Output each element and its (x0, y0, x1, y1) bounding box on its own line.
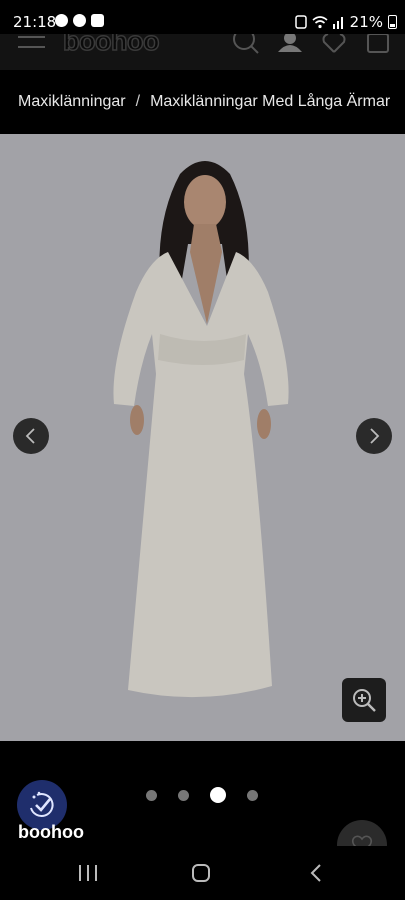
pagination-dot[interactable] (146, 789, 157, 801)
chevron-right-icon (370, 428, 380, 444)
product-image-gallery[interactable] (0, 134, 405, 741)
back-button[interactable] (306, 863, 326, 883)
wifi-icon (312, 16, 328, 29)
zoom-button[interactable] (342, 678, 386, 722)
notification-icons (55, 14, 104, 27)
pagination-dots (146, 787, 279, 803)
bag-icon[interactable] (365, 34, 391, 58)
pagination-dot[interactable] (178, 789, 189, 801)
logo[interactable]: boohoo (62, 34, 160, 57)
pagination-dot-active[interactable] (210, 787, 226, 803)
battery-icon (388, 15, 397, 29)
battery-percent: 21% (349, 13, 383, 31)
alarm-icon (294, 15, 307, 29)
account-icon[interactable] (277, 34, 303, 58)
breadcrumb-item[interactable]: Maxiklänningar Med Långa Ärmar (150, 93, 390, 111)
header-icons (233, 34, 391, 58)
gallery-footer: boohoo (0, 741, 405, 870)
home-button[interactable] (192, 864, 210, 882)
system-navigation-bar (0, 846, 405, 900)
status-right: 21% (294, 13, 397, 31)
app-header: boohoo (0, 34, 405, 70)
next-image-button[interactable] (356, 418, 392, 454)
badge-label: boohoo (18, 822, 84, 842)
status-bar: 21:18 21% (0, 0, 405, 34)
search-icon[interactable] (233, 34, 259, 58)
chevron-left-icon (25, 428, 35, 444)
breadcrumb-separator: / (135, 93, 141, 110)
previous-image-button[interactable] (13, 418, 49, 454)
status-time: 21:18 (13, 13, 57, 31)
breadcrumb: Maxiklänningar / Maxiklänningar Med Lång… (0, 70, 405, 134)
badge-check-icon (30, 791, 54, 817)
snapchat-icon (55, 14, 68, 27)
zoom-in-icon (353, 689, 376, 712)
signal-icon (332, 17, 343, 29)
wishlist-icon[interactable] (321, 34, 347, 58)
breadcrumb-item[interactable]: Maxiklänningar (18, 93, 126, 111)
pagination-dot[interactable] (247, 789, 258, 801)
menu-icon[interactable] (18, 36, 45, 50)
direction-icon (73, 14, 86, 27)
recents-button[interactable] (79, 865, 97, 881)
product-photo (0, 134, 405, 741)
calendar-icon (91, 14, 104, 27)
